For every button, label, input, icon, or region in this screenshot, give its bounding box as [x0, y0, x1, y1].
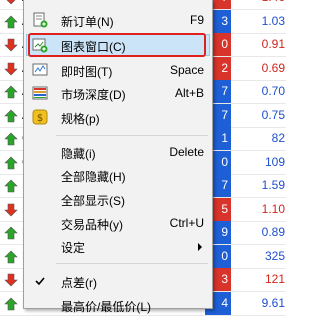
ask-cell: 1.46: [231, 0, 286, 9]
arrow-up-icon: [4, 250, 18, 264]
ask-cell: 0.70: [261, 84, 285, 98]
arrow-up-icon: [4, 15, 18, 29]
menu-item-settings[interactable]: 设定: [26, 235, 210, 257]
menu-shortcut: Alt+B: [174, 86, 204, 100]
highlight-annotation-box: [28, 33, 206, 57]
arrow-up-icon: [4, 226, 18, 240]
arrow-up-icon: [4, 297, 18, 311]
menu-label: 全部隐藏(H): [61, 170, 126, 184]
menu-item-symbols[interactable]: 交易品种(y) Ctrl+U: [26, 212, 210, 234]
ask-cell: 1.59: [261, 178, 285, 192]
menu-label: 即时图(T): [61, 65, 113, 79]
ask-cell: 0.75: [261, 107, 285, 122]
menu-item-hide[interactable]: 隐藏(i) Delete: [26, 141, 210, 163]
tick-chart-icon: [32, 62, 48, 78]
ask-cell: 1.03: [261, 13, 285, 28]
menu-label: 交易品种(y): [61, 218, 123, 232]
arrow-up-icon: [4, 179, 18, 193]
menu-item-show-all[interactable]: 全部显示(S): [26, 188, 210, 210]
arrow-up-icon: [4, 156, 18, 170]
menu-shortcut: Ctrl+U: [169, 216, 204, 230]
menu-item-market-depth[interactable]: 市场深度(D) Alt+B: [26, 82, 210, 104]
market-depth-icon: [32, 85, 48, 101]
menu-shortcut: Delete: [169, 145, 204, 159]
ask-cell: 0.89: [261, 225, 285, 239]
menu-item-high-low[interactable]: 最高价/最低价(L): [26, 294, 210, 316]
menu-label: 全部显示(S): [61, 194, 125, 208]
svg-text:$: $: [37, 113, 43, 124]
ask-cell: 1.10: [261, 201, 285, 216]
ask-cell: 0.69: [261, 60, 285, 75]
menu-label: 隐藏(i): [61, 147, 96, 161]
menu-item-tick-chart[interactable]: 即时图(T) Space: [26, 59, 210, 81]
menu-item-hide-all[interactable]: 全部隐藏(H): [26, 164, 210, 186]
checkmark-icon: [32, 273, 48, 289]
arrow-down-icon: [4, 62, 18, 76]
arrow-down-icon: [4, 203, 18, 217]
specification-icon: $: [32, 109, 48, 125]
arrow-up-icon: [4, 132, 18, 146]
menu-shortcut: Space: [169, 63, 204, 77]
ask-cell: 9.61: [261, 295, 285, 310]
arrow-up-icon: [4, 85, 18, 99]
menu-label: 新订单(N): [61, 15, 114, 29]
menu-separator: [56, 135, 208, 136]
arrow-down-icon: [4, 273, 18, 287]
new-order-icon: [32, 12, 48, 28]
menu-item-spread[interactable]: 点差(r): [26, 270, 210, 292]
menu-label: 点差(r): [61, 276, 97, 290]
menu-label: 设定: [61, 241, 86, 255]
menu-label: 最高价/最低价(L): [61, 300, 152, 314]
ask-cell: 325: [264, 248, 285, 263]
menu-separator: [56, 263, 208, 264]
menu-shortcut: F9: [189, 13, 204, 27]
ask-cell: 0.91: [261, 37, 285, 51]
arrow-down-icon: [4, 0, 18, 5]
menu-item-new-order[interactable]: 新订单(N) F9: [26, 9, 210, 31]
menu-label: 规格(p): [61, 112, 100, 126]
ask-cell: 82: [271, 131, 285, 145]
submenu-arrow-icon: [198, 243, 202, 251]
menu-item-specification[interactable]: $ 规格(p): [26, 106, 210, 128]
menu-label: 市场深度(D): [61, 88, 126, 102]
arrow-down-icon: [4, 38, 18, 52]
ask-cell: 109: [264, 154, 285, 169]
arrow-up-icon: [4, 109, 18, 123]
ask-cell: 121: [264, 272, 285, 286]
